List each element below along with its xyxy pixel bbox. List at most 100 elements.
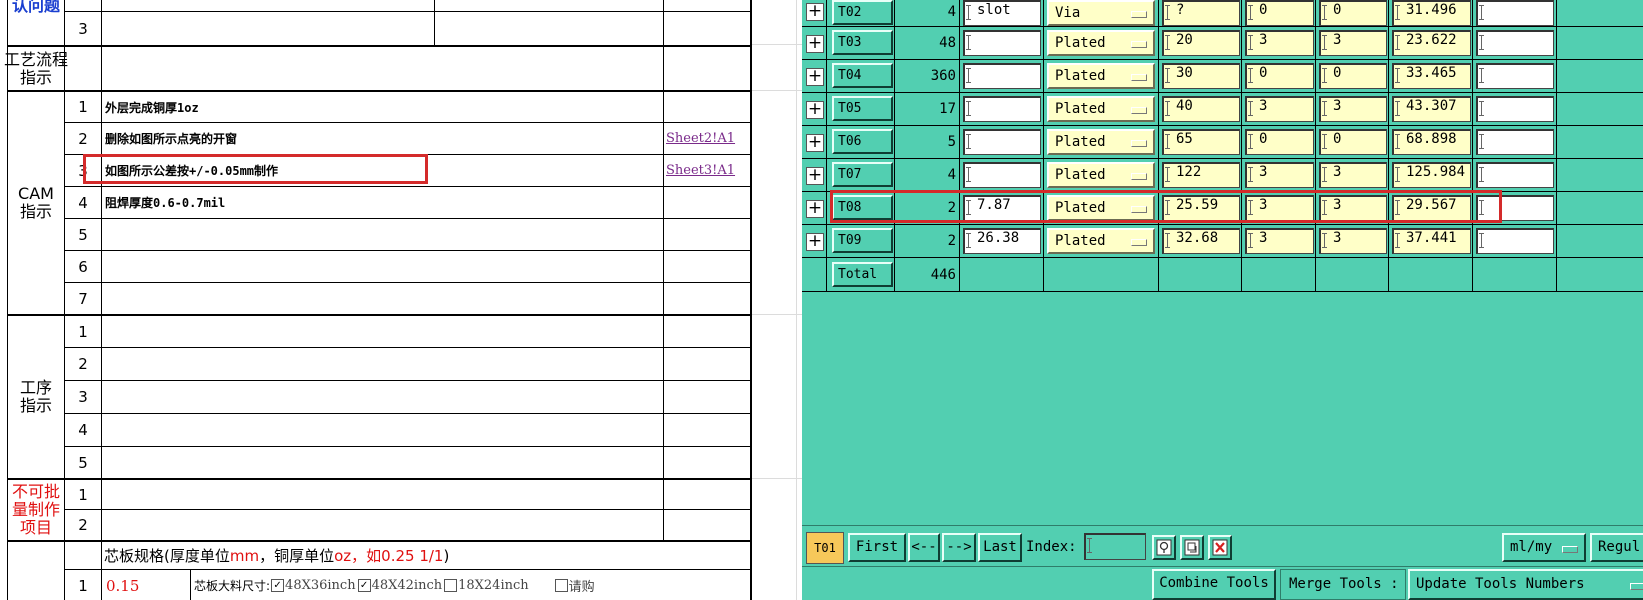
- core-thickness[interactable]: 0.15: [106, 571, 190, 600]
- type-select[interactable]: Plated: [1047, 96, 1155, 122]
- row-number: 2: [78, 355, 88, 373]
- delete-icon[interactable]: [1208, 535, 1232, 560]
- type-select[interactable]: Plated: [1047, 228, 1155, 254]
- type-select[interactable]: Plated: [1047, 162, 1155, 188]
- tool-count: 4: [947, 4, 956, 20]
- size-field[interactable]: 26.38: [963, 228, 1041, 254]
- tool-button[interactable]: T07: [832, 162, 893, 187]
- expand-icon[interactable]: +: [806, 200, 824, 218]
- last-button[interactable]: Last: [978, 533, 1022, 562]
- locate-icon[interactable]: [1152, 535, 1176, 560]
- prev-button[interactable]: <--: [908, 533, 940, 562]
- value-field[interactable]: 3: [1319, 96, 1387, 122]
- regular-button[interactable]: Regul: [1590, 533, 1643, 562]
- next-button[interactable]: -->: [942, 533, 976, 562]
- dropdown-icon: [1131, 11, 1147, 18]
- value-field[interactable]: 40: [1162, 96, 1240, 122]
- value-field[interactable]: 0: [1245, 0, 1314, 26]
- value-field[interactable]: 23.622: [1392, 30, 1471, 56]
- value-field[interactable]: [1476, 30, 1554, 56]
- sheet-link[interactable]: Sheet2!A1: [666, 123, 750, 154]
- value-field[interactable]: 0: [1245, 63, 1314, 89]
- value-field[interactable]: 125.984: [1392, 162, 1471, 188]
- value-field[interactable]: 33.465: [1392, 63, 1471, 89]
- value-field[interactable]: 37.441: [1392, 228, 1471, 254]
- value-field[interactable]: [1476, 129, 1554, 155]
- expand-icon[interactable]: +: [806, 233, 824, 251]
- size-field[interactable]: [963, 30, 1041, 56]
- value-field[interactable]: 0: [1319, 0, 1387, 26]
- checkbox-48x36[interactable]: ✓: [271, 579, 285, 592]
- value-field[interactable]: 3: [1319, 228, 1387, 254]
- row-number: 1: [78, 322, 88, 341]
- units-select[interactable]: ml/my: [1502, 533, 1586, 562]
- tool-button[interactable]: T06: [832, 129, 893, 154]
- size-field[interactable]: [963, 162, 1041, 188]
- cam-instruction[interactable]: 阻焊厚度0.6-0.7mil: [102, 187, 665, 218]
- value-field[interactable]: 31.496: [1392, 0, 1471, 26]
- value-field[interactable]: 3: [1245, 162, 1314, 188]
- row-number: 4: [78, 193, 88, 212]
- value-field[interactable]: 122: [1162, 162, 1240, 188]
- value-field[interactable]: [1476, 63, 1554, 89]
- option-label: 18X24inch: [458, 578, 529, 593]
- grid-line: [750, 314, 802, 315]
- value-field[interactable]: ?: [1162, 0, 1240, 26]
- value-field[interactable]: 20: [1162, 30, 1240, 56]
- size-field[interactable]: [963, 129, 1041, 155]
- row-border: [8, 45, 750, 47]
- expand-icon[interactable]: +: [806, 167, 824, 185]
- value-field[interactable]: 30: [1162, 63, 1240, 89]
- copy-icon[interactable]: [1180, 535, 1204, 560]
- value-field[interactable]: 0: [1319, 129, 1387, 155]
- tool-button[interactable]: T05: [832, 96, 893, 121]
- tool-button[interactable]: T09: [832, 228, 893, 253]
- type-select[interactable]: Via: [1047, 0, 1155, 26]
- value-field[interactable]: 3: [1319, 30, 1387, 56]
- section-label-text: CAM 指示: [18, 184, 54, 221]
- cam-instruction[interactable]: 删除如图所示点亮的开窗: [102, 123, 665, 154]
- value-field[interactable]: 65: [1162, 129, 1240, 155]
- dropdown-icon: [1131, 239, 1147, 246]
- value-field[interactable]: 3: [1245, 96, 1314, 122]
- combine-tools-button[interactable]: Combine Tools: [1152, 569, 1276, 600]
- expand-icon[interactable]: +: [806, 3, 824, 21]
- value-field[interactable]: [1476, 228, 1554, 254]
- type-select[interactable]: Plated: [1047, 30, 1155, 56]
- value-field[interactable]: 0: [1245, 129, 1314, 155]
- size-field[interactable]: slot: [963, 0, 1041, 26]
- type-select[interactable]: Plated: [1047, 129, 1155, 155]
- value-field[interactable]: 43.307: [1392, 96, 1471, 122]
- value-field[interactable]: 32.68: [1162, 228, 1240, 254]
- tool-count: 5: [947, 134, 956, 150]
- index-input[interactable]: [1084, 533, 1146, 560]
- row-number: 3: [78, 19, 88, 38]
- value-field[interactable]: 68.898: [1392, 129, 1471, 155]
- value-field[interactable]: 3: [1245, 30, 1314, 56]
- value-field[interactable]: 3: [1245, 228, 1314, 254]
- checkbox-18x24[interactable]: [444, 579, 458, 592]
- type-select[interactable]: Plated: [1047, 63, 1155, 89]
- value-field[interactable]: [1476, 0, 1554, 26]
- checkbox-48x42[interactable]: ✓: [357, 579, 371, 592]
- value-field[interactable]: [1476, 162, 1554, 188]
- sheet-link[interactable]: Sheet3!A1: [666, 155, 750, 186]
- value-field[interactable]: [1476, 96, 1554, 122]
- expand-icon[interactable]: +: [806, 101, 824, 119]
- value-field[interactable]: 0: [1319, 63, 1387, 89]
- cam-instruction[interactable]: 外层完成铜厚1oz: [102, 92, 665, 122]
- expand-icon[interactable]: +: [806, 134, 824, 152]
- total-count: 446: [930, 267, 956, 283]
- tool-button[interactable]: T03: [832, 30, 893, 55]
- checkbox-purchase[interactable]: [554, 579, 568, 592]
- tool-button[interactable]: T02: [832, 0, 893, 25]
- tool-button[interactable]: T04: [832, 63, 893, 88]
- update-tools-select[interactable]: Update Tools Numbers: [1408, 569, 1643, 600]
- first-button[interactable]: First: [848, 533, 906, 562]
- value-field[interactable]: 3: [1319, 162, 1387, 188]
- expand-icon[interactable]: +: [806, 35, 824, 53]
- size-field[interactable]: [963, 63, 1041, 89]
- core-spec-unit: oz: [334, 546, 352, 565]
- expand-icon[interactable]: +: [806, 68, 824, 86]
- size-field[interactable]: [963, 96, 1041, 122]
